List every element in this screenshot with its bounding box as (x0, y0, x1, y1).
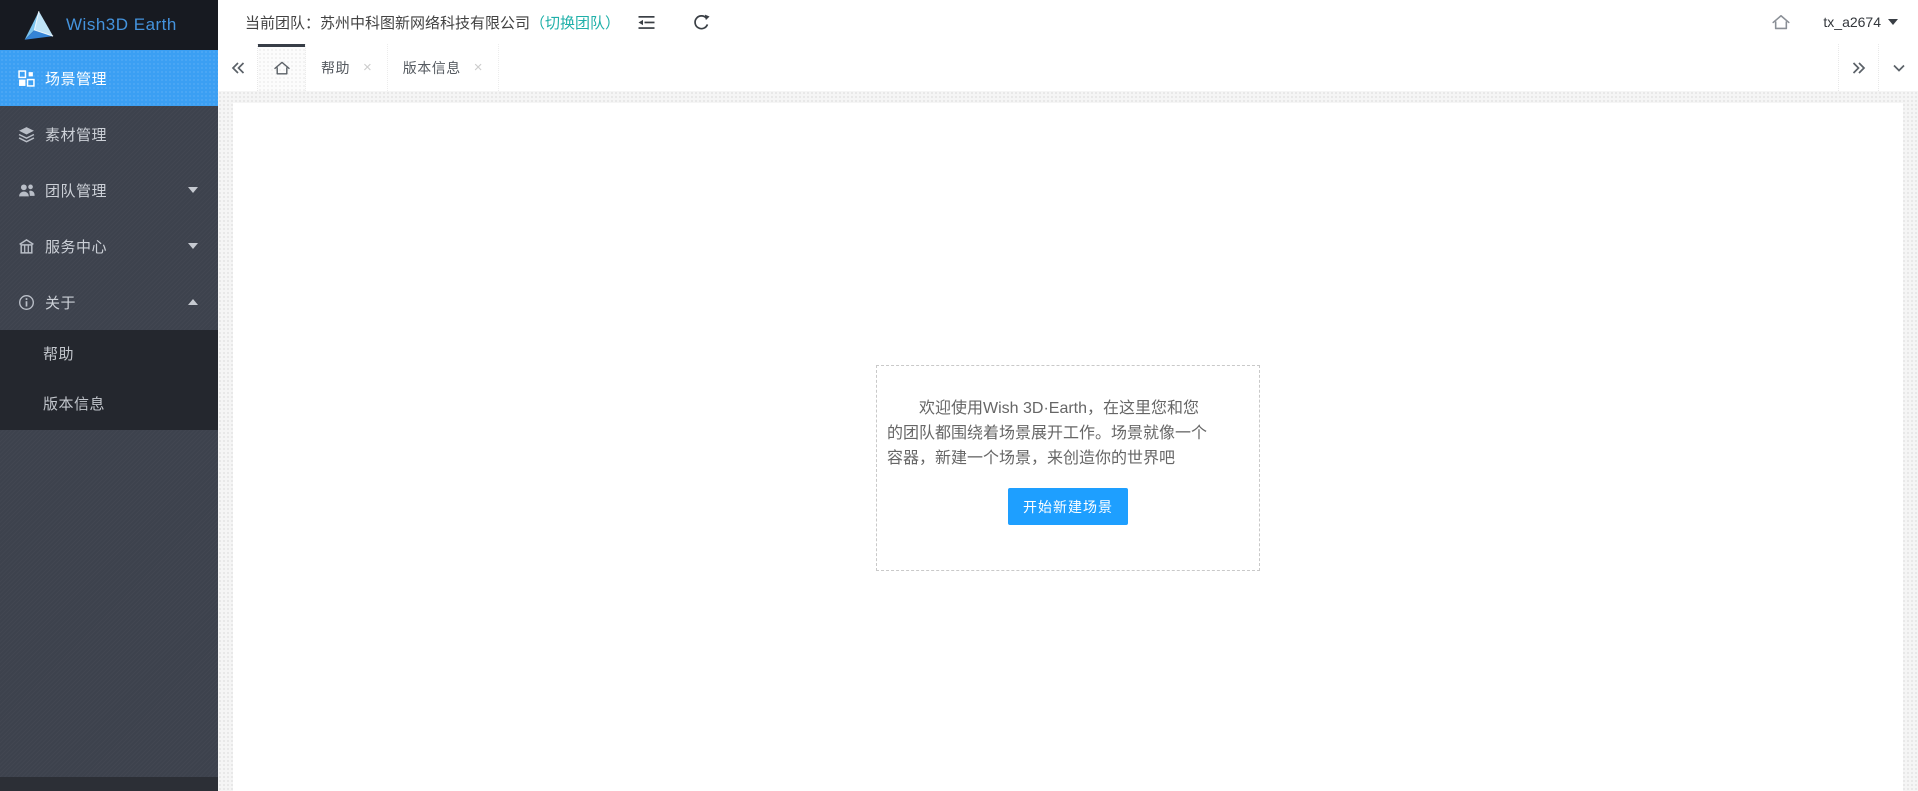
content-panel: 欢迎使用Wish 3D·Earth，在这里您和您的团队都围绕着场景展开工作。场景… (233, 103, 1903, 791)
collapse-menu-icon (638, 15, 655, 30)
grid-icon (18, 70, 35, 87)
switch-team-link[interactable]: （切换团队） (530, 15, 620, 32)
info-icon (18, 294, 35, 311)
current-team-info: 当前团队：苏州中科图新网络科技有限公司（切换团队） (245, 12, 620, 33)
sidebar-item-label: 服务中心 (45, 236, 107, 257)
tab-home[interactable] (258, 44, 306, 91)
sidebar-item-material-management[interactable]: 素材管理 (0, 106, 218, 162)
user-menu[interactable]: tx_a2674 (1823, 14, 1898, 30)
top-header: 当前团队：苏州中科图新网络科技有限公司（切换团队） (218, 0, 1918, 44)
sidebar-item-label: 关于 (45, 292, 76, 313)
caret-down-icon (1888, 19, 1898, 25)
double-chevron-left-icon (230, 61, 246, 75)
username: tx_a2674 (1823, 14, 1881, 30)
sidebar-menu: 场景管理 素材管理 (0, 50, 218, 430)
service-icon (18, 238, 35, 255)
logo-icon (22, 10, 54, 41)
tab-bar: 帮助 × 版本信息 × (218, 44, 1918, 91)
sidebar-item-label: 团队管理 (45, 180, 107, 201)
tab-label: 版本信息 (403, 58, 461, 78)
content-background: 欢迎使用Wish 3D·Earth，在这里您和您的团队都围绕着场景展开工作。场景… (218, 91, 1918, 791)
sidebar: Wish3D Earth 场景管理 (0, 0, 218, 791)
sidebar-item-service-center[interactable]: 服务中心 (0, 218, 218, 274)
refresh-icon (693, 14, 710, 31)
sidebar-item-team-management[interactable]: 团队管理 (0, 162, 218, 218)
collapse-menu-button[interactable] (632, 0, 660, 44)
sidebar-item-label: 场景管理 (45, 68, 107, 89)
sidebar-submenu-about: 帮助 版本信息 (0, 330, 218, 430)
caret-down-icon (188, 243, 198, 249)
tab-version-info[interactable]: 版本信息 × (388, 44, 499, 91)
caret-up-icon (188, 299, 198, 305)
main-area: 当前团队：苏州中科图新网络科技有限公司（切换团队） (218, 0, 1918, 791)
users-icon (18, 182, 35, 199)
tab-help[interactable]: 帮助 × (306, 44, 388, 91)
sidebar-subitem-version-info[interactable]: 版本信息 (0, 380, 218, 430)
topbar-right: tx_a2674 (1771, 0, 1898, 44)
caret-down-icon (188, 187, 198, 193)
tab-label: 帮助 (321, 58, 350, 78)
welcome-box: 欢迎使用Wish 3D·Earth，在这里您和您的团队都围绕着场景展开工作。场景… (876, 365, 1260, 571)
app-window: Wish3D Earth 场景管理 (0, 0, 1918, 791)
current-team-label: 当前团队： (245, 15, 320, 32)
team-name: 苏州中科图新网络科技有限公司 (320, 15, 530, 32)
welcome-text: 欢迎使用Wish 3D·Earth，在这里您和您的团队都围绕着场景展开工作。场景… (887, 396, 1213, 471)
tabs-scroll-left-button[interactable] (218, 44, 258, 91)
tabbar-right-controls (1838, 44, 1918, 91)
home-icon (1771, 13, 1791, 31)
sidebar-item-scene-management[interactable]: 场景管理 (0, 50, 218, 106)
close-icon[interactable]: × (363, 60, 372, 75)
home-button[interactable] (1771, 13, 1791, 31)
app-logo[interactable]: Wish3D Earth (0, 0, 218, 50)
tabs-menu-button[interactable] (1878, 44, 1918, 91)
tabs-scroll-right-button[interactable] (1838, 44, 1878, 91)
create-scene-button[interactable]: 开始新建场景 (1008, 488, 1128, 525)
brand-title: Wish3D Earth (66, 15, 177, 35)
home-icon (273, 60, 291, 76)
close-icon[interactable]: × (474, 60, 483, 75)
sidebar-item-label: 素材管理 (45, 124, 107, 145)
refresh-button[interactable] (687, 0, 715, 44)
double-chevron-right-icon (1851, 61, 1867, 75)
active-tab-indicator (258, 44, 305, 47)
sidebar-footer (0, 777, 218, 791)
sidebar-item-about[interactable]: 关于 (0, 274, 218, 330)
layers-icon (18, 126, 35, 143)
chevron-down-icon (1892, 63, 1906, 73)
sidebar-subitem-help[interactable]: 帮助 (0, 330, 218, 380)
